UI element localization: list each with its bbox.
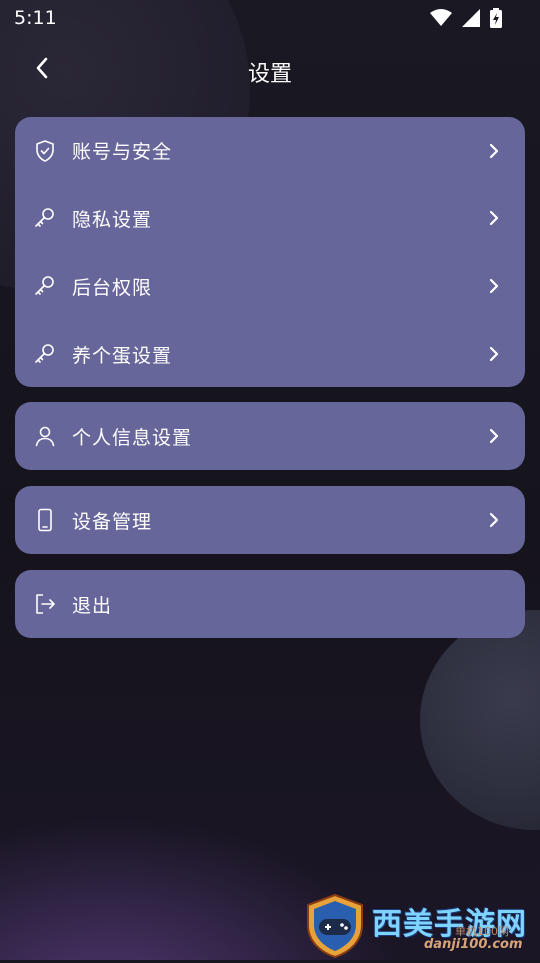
shield-icon [33,139,57,163]
chevron-right-icon [487,428,501,444]
chevron-right-icon [487,512,501,528]
settings-card-device: 设备管理 [15,486,525,554]
person-icon [33,424,57,448]
menu-item-account-security[interactable]: 账号与安全 [15,117,525,184]
gamepad-shield-icon [304,893,366,963]
chevron-right-icon [487,346,501,362]
chevron-right-icon [487,143,501,158]
status-icons [430,8,502,32]
menu-item-label: 账号与安全 [72,141,173,163]
menu-item-label: 退出 [72,594,113,617]
key-icon [33,206,57,230]
phone-icon [33,508,57,532]
settings-card-personal: 个人信息设置 [15,402,525,470]
menu-item-egg-settings[interactable]: 养个蛋设置 [15,320,525,388]
key-icon [33,342,57,366]
logout-button[interactable]: 退出 [15,570,525,638]
key-icon [33,274,57,298]
menu-item-device-management[interactable]: 设备管理 [15,486,525,554]
menu-item-label: 后台权限 [72,276,153,299]
header: 设置 [0,44,540,96]
chevron-right-icon [487,210,501,226]
wifi-icon [430,9,452,31]
menu-item-personal-info[interactable]: 个人信息设置 [15,402,525,470]
battery-icon [490,8,502,32]
planet-decoration-right [420,610,540,830]
signal-icon [462,9,480,31]
settings-card-main: 账号与安全 隐私设置 后台权限 养个蛋设置 [15,117,525,387]
status-time: 5:11 [14,7,57,29]
watermark: 西美手游网 单机100网 danji100.com [300,885,540,960]
menu-item-background-permission[interactable]: 后台权限 [15,252,525,320]
menu-item-label: 隐私设置 [72,208,153,231]
settings-card-logout: 退出 [15,570,525,638]
logout-icon [33,592,57,616]
status-bar: 5:11 [0,0,540,36]
watermark-url: danji100.com [424,937,523,952]
menu-item-label: 个人信息设置 [72,426,193,449]
chevron-right-icon [487,278,501,294]
page-title: 设置 [247,62,292,87]
menu-item-label: 养个蛋设置 [72,344,173,367]
menu-item-label: 设备管理 [72,510,153,533]
menu-item-privacy[interactable]: 隐私设置 [15,184,525,252]
